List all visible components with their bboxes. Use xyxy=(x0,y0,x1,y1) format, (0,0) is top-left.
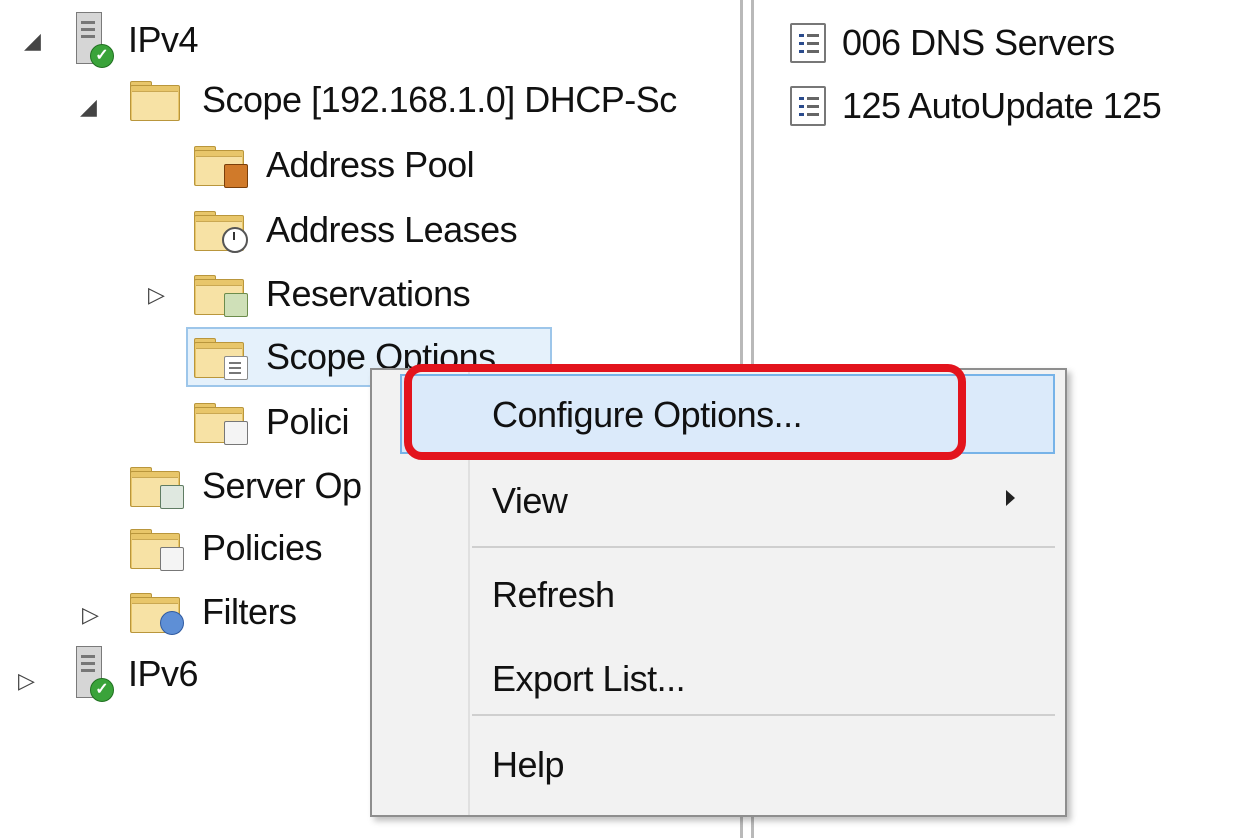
reservations-icon xyxy=(194,275,248,317)
expand-icon[interactable]: ▷ xyxy=(18,668,35,694)
tree-node-label: Address Pool xyxy=(266,144,475,185)
menu-item-label: Help xyxy=(492,744,565,785)
tree-node-server-options[interactable]: Server Op xyxy=(130,456,362,516)
list-item[interactable]: 006 DNS Servers xyxy=(790,22,1115,64)
list-item[interactable]: 125 AutoUpdate 125 xyxy=(790,85,1162,127)
address-leases-icon xyxy=(194,211,248,253)
server-icon: ✓ xyxy=(72,12,114,68)
collapse-icon[interactable]: ◢ xyxy=(80,94,97,120)
submenu-arrow-icon xyxy=(1006,490,1015,506)
menu-separator xyxy=(472,546,1055,548)
tree-node-label: IPv6 xyxy=(128,653,199,694)
tree-node-label: Scope [192.168.1.0] DHCP-Sc xyxy=(202,79,677,120)
tree-node-ipv6[interactable]: ✓ IPv6 xyxy=(72,644,199,704)
tree-node-address-leases[interactable]: Address Leases xyxy=(194,200,518,260)
option-doc-icon xyxy=(790,23,826,63)
tree-node-filters[interactable]: Filters xyxy=(130,582,297,642)
option-doc-icon xyxy=(790,86,826,126)
policies-icon xyxy=(194,403,248,445)
address-pool-icon xyxy=(194,146,248,188)
menu-item-help[interactable]: Help xyxy=(372,734,1065,794)
menu-item-label: View xyxy=(492,480,568,521)
menu-separator xyxy=(472,714,1055,716)
tree-node-label: IPv4 xyxy=(128,19,199,60)
tree-node-policies[interactable]: Policies xyxy=(130,518,323,578)
tree-node-label: Server Op xyxy=(202,465,362,506)
scope-options-icon xyxy=(194,338,248,380)
tree-node-ipv4[interactable]: ✓ IPv4 xyxy=(72,10,199,70)
menu-item-refresh[interactable]: Refresh xyxy=(372,564,1065,624)
tree-node-label: Polici xyxy=(266,401,350,442)
expand-icon[interactable]: ▷ xyxy=(148,282,165,308)
filter-icon xyxy=(130,593,184,635)
tree-node-label: Filters xyxy=(202,591,297,632)
menu-item-view[interactable]: View xyxy=(372,470,1065,530)
option-label: 006 DNS Servers xyxy=(842,22,1115,63)
server-options-icon xyxy=(130,467,184,509)
tree-node-label: Reservations xyxy=(266,273,471,314)
tree-node-scope[interactable]: Scope [192.168.1.0] DHCP-Sc xyxy=(130,70,677,130)
collapse-icon[interactable]: ◢ xyxy=(24,28,41,54)
server-icon: ✓ xyxy=(72,646,114,702)
folder-icon xyxy=(130,81,180,121)
tree-node-reservations[interactable]: Reservations xyxy=(194,264,471,324)
menu-item-export-list[interactable]: Export List... xyxy=(372,648,1065,708)
expand-icon[interactable]: ▷ xyxy=(82,602,99,628)
annotation-highlight xyxy=(404,364,966,460)
policies-icon xyxy=(130,529,184,571)
option-label: 125 AutoUpdate 125 xyxy=(842,85,1162,126)
menu-item-label: Refresh xyxy=(492,574,615,615)
menu-item-label: Export List... xyxy=(492,658,686,699)
tree-node-label: Policies xyxy=(202,527,323,568)
tree-node-address-pool[interactable]: Address Pool xyxy=(194,135,475,195)
tree-node-scope-policies[interactable]: Polici xyxy=(194,392,350,452)
tree-node-label: Address Leases xyxy=(266,209,518,250)
